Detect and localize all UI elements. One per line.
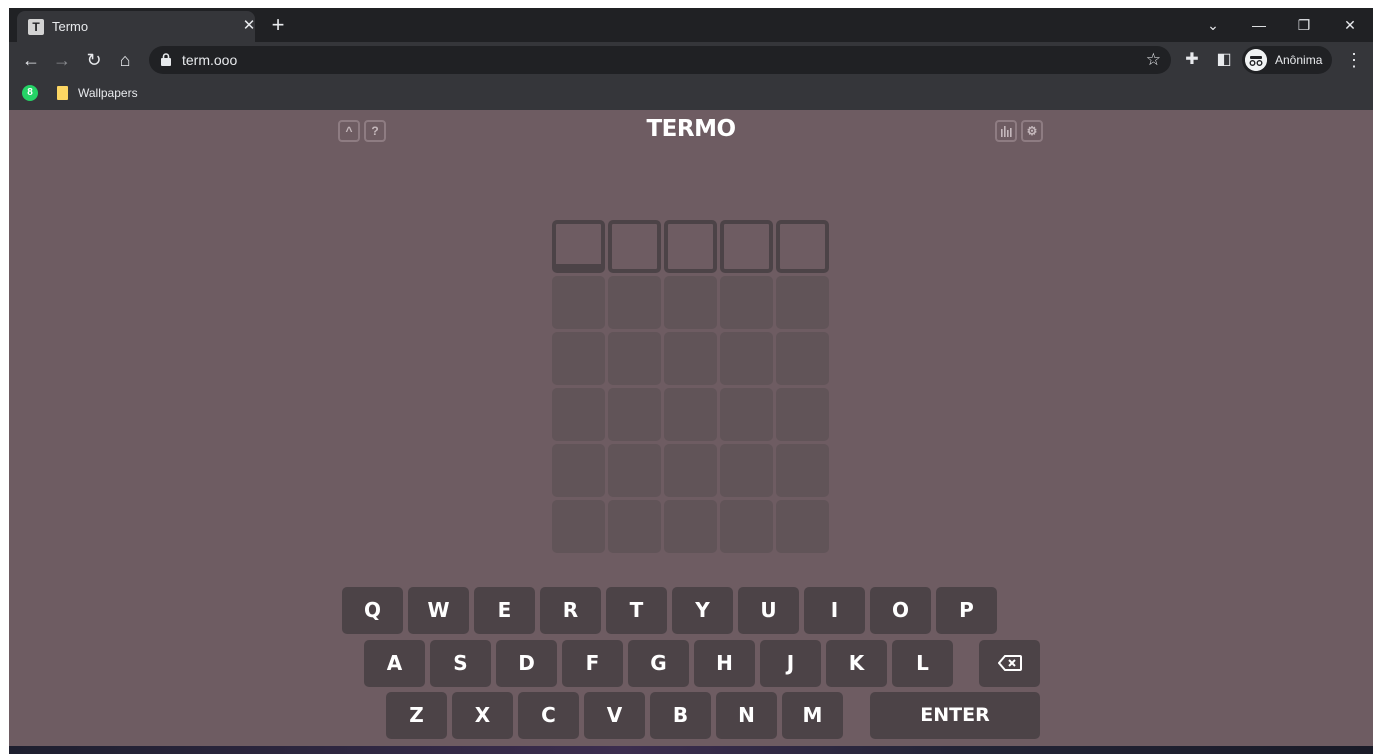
key-d[interactable]: D bbox=[496, 640, 557, 687]
key-s[interactable]: S bbox=[430, 640, 491, 687]
key-i[interactable]: I bbox=[804, 587, 865, 634]
board-tile bbox=[720, 500, 773, 553]
bookmarks-bar: 8 Wallpapers bbox=[9, 78, 1373, 110]
board-tile bbox=[720, 388, 773, 441]
board-tile[interactable] bbox=[608, 220, 661, 273]
key-q[interactable]: Q bbox=[342, 587, 403, 634]
forward-icon[interactable]: → bbox=[48, 46, 76, 74]
tab-title: Termo bbox=[52, 19, 89, 34]
board-tile bbox=[664, 500, 717, 553]
board-tile bbox=[720, 444, 773, 497]
menu-kebab-icon[interactable]: ⋮ bbox=[1340, 46, 1368, 74]
key-x[interactable]: X bbox=[452, 692, 513, 739]
reload-icon[interactable]: ↻ bbox=[80, 46, 108, 74]
tab-termo[interactable]: T Termo ✕ bbox=[17, 11, 255, 42]
key-n[interactable]: N bbox=[716, 692, 777, 739]
tab-favicon-icon: T bbox=[28, 19, 44, 35]
board-tile bbox=[776, 500, 829, 553]
backspace-icon bbox=[997, 655, 1022, 671]
key-c[interactable]: C bbox=[518, 692, 579, 739]
restore-icon[interactable]: ❐ bbox=[1291, 12, 1317, 38]
enter-button[interactable]: ENTER bbox=[870, 692, 1040, 739]
board-tile bbox=[552, 500, 605, 553]
board-tile bbox=[776, 332, 829, 385]
folder-icon bbox=[57, 86, 68, 100]
side-panel-icon[interactable]: ◧ bbox=[1210, 46, 1238, 74]
extensions-icon[interactable]: ✚ bbox=[1178, 46, 1206, 74]
board-tile bbox=[552, 444, 605, 497]
incognito-icon bbox=[1245, 49, 1267, 71]
game-page: ^ ? TERMO ⚙ Q W E R T Y U I O P A S D F G H J K L Z X C V B N M EN… bbox=[9, 110, 1373, 746]
board-tile bbox=[552, 332, 605, 385]
key-g[interactable]: G bbox=[628, 640, 689, 687]
board-tile bbox=[720, 332, 773, 385]
key-backspace[interactable] bbox=[979, 640, 1040, 687]
board-tile[interactable] bbox=[552, 220, 605, 273]
desktop-strip bbox=[9, 746, 1373, 754]
key-h[interactable]: H bbox=[694, 640, 755, 687]
board-tile[interactable] bbox=[720, 220, 773, 273]
board-tile bbox=[608, 500, 661, 553]
key-e[interactable]: E bbox=[474, 587, 535, 634]
key-t[interactable]: T bbox=[606, 587, 667, 634]
key-y[interactable]: Y bbox=[672, 587, 733, 634]
back-icon[interactable]: ← bbox=[17, 46, 45, 74]
key-u[interactable]: U bbox=[738, 587, 799, 634]
key-a[interactable]: A bbox=[364, 640, 425, 687]
board-tile bbox=[608, 276, 661, 329]
close-window-icon[interactable]: ✕ bbox=[1337, 12, 1363, 38]
whatsapp-icon[interactable]: 8 bbox=[22, 85, 38, 101]
board-tile bbox=[776, 276, 829, 329]
key-j[interactable]: J bbox=[760, 640, 821, 687]
game-title: TERMO bbox=[646, 116, 736, 142]
key-r[interactable]: R bbox=[540, 587, 601, 634]
bookmark-wallpapers[interactable]: Wallpapers bbox=[78, 86, 138, 100]
key-l[interactable]: L bbox=[892, 640, 953, 687]
board-tile[interactable] bbox=[776, 220, 829, 273]
board-tile bbox=[552, 388, 605, 441]
key-p[interactable]: P bbox=[936, 587, 997, 634]
board-tile[interactable] bbox=[664, 220, 717, 273]
lock-icon bbox=[161, 53, 171, 66]
stats-icon[interactable] bbox=[995, 120, 1017, 142]
board-tile bbox=[608, 444, 661, 497]
board-tile bbox=[664, 276, 717, 329]
key-k[interactable]: K bbox=[826, 640, 887, 687]
key-b[interactable]: B bbox=[650, 692, 711, 739]
board-tile bbox=[776, 444, 829, 497]
tab-search-icon[interactable]: ⌄ bbox=[1200, 12, 1226, 38]
close-tab-icon[interactable]: ✕ bbox=[239, 16, 259, 36]
url-text: term.ooo bbox=[182, 52, 238, 68]
key-m[interactable]: M bbox=[782, 692, 843, 739]
board-tile bbox=[664, 444, 717, 497]
incognito-profile-button[interactable]: Anônima bbox=[1242, 46, 1332, 74]
key-o[interactable]: O bbox=[870, 587, 931, 634]
board-tile bbox=[664, 388, 717, 441]
bookmark-star-icon[interactable]: ☆ bbox=[1146, 49, 1161, 71]
board-tile bbox=[608, 332, 661, 385]
settings-icon[interactable]: ⚙ bbox=[1021, 120, 1043, 142]
profile-label: Anônima bbox=[1275, 53, 1323, 67]
board-tile bbox=[608, 388, 661, 441]
new-tab-icon[interactable]: + bbox=[266, 13, 290, 37]
key-f[interactable]: F bbox=[562, 640, 623, 687]
board-tile bbox=[720, 276, 773, 329]
key-z[interactable]: Z bbox=[386, 692, 447, 739]
board-tile bbox=[664, 332, 717, 385]
browser-toolbar: ← → ↻ ⌂ term.ooo ☆ ✚ ◧ Anônima ⋮ bbox=[9, 42, 1373, 78]
minimize-icon[interactable]: — bbox=[1246, 12, 1272, 38]
home-icon[interactable]: ⌂ bbox=[111, 46, 139, 74]
key-w[interactable]: W bbox=[408, 587, 469, 634]
board-tile bbox=[552, 276, 605, 329]
browser-window: T Termo ✕ + ⌄ — ❐ ✕ ← → ↻ ⌂ term.ooo ☆ ✚… bbox=[9, 8, 1373, 746]
board-tile bbox=[776, 388, 829, 441]
address-bar[interactable]: term.ooo ☆ bbox=[149, 46, 1171, 74]
tab-strip: T Termo ✕ + ⌄ — ❐ ✕ bbox=[9, 8, 1373, 42]
key-v[interactable]: V bbox=[584, 692, 645, 739]
